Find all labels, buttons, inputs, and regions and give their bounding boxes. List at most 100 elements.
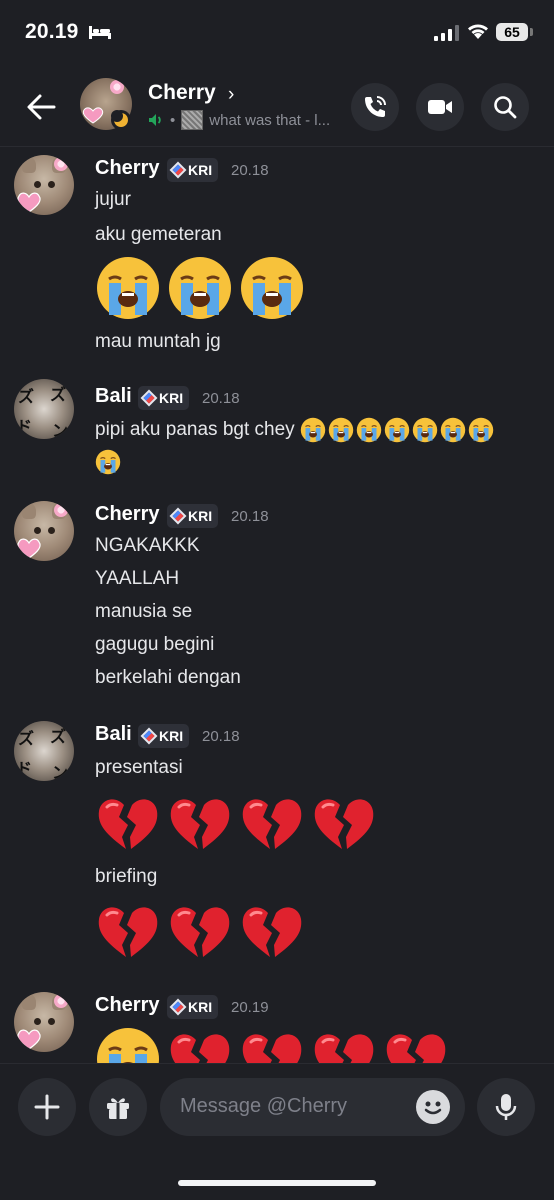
activity-text: what was that - l... [209,111,331,129]
message-text: NGAKAKKK [95,535,200,556]
heart-sticker-icon [17,1029,41,1050]
avatar-scribble: ズ [18,731,35,748]
diamond-icon [169,998,187,1016]
activity-status: • what was that - l... [148,110,330,130]
author-name[interactable]: Cherry [95,157,159,180]
emoji-picker-button[interactable] [416,1090,450,1124]
loudly-crying-face-icon [384,417,410,443]
avatar-scribble: ド [16,419,33,436]
avatar-ear [22,994,36,1010]
loudly-crying-face-icon [97,1028,159,1063]
gift-button[interactable] [89,1078,147,1136]
activity-thumbnail [181,110,204,130]
broken-heart-icon [170,799,230,849]
heart-sticker-icon [82,107,104,124]
message-text: briefing [95,866,158,887]
loudly-crying-face-icon [356,417,382,443]
timestamp: 20.18 [231,162,269,179]
author-name[interactable]: Bali [95,723,132,746]
guild-tag-label: KRI [188,162,213,178]
broken-heart-icon [170,1034,230,1063]
video-call-button[interactable] [416,83,464,131]
message-list[interactable]: Cherry KRI 20.18 jujur aku gemeteran mau… [0,147,554,1063]
message-text: YAALLAH [95,568,180,589]
author-avatar[interactable] [14,155,74,215]
flower-decoration [110,80,124,94]
avatar-scribble: ン [52,423,69,439]
diamond-icon [140,389,158,407]
back-arrow-icon[interactable] [24,90,58,124]
author-name[interactable]: Cherry [95,503,159,526]
flower-decoration [54,503,68,517]
broken-heart-icon [314,1034,374,1063]
search-button[interactable] [481,83,529,131]
avatar-eye [34,1018,41,1025]
broken-heart-icon [170,907,230,957]
separator-dot: • [170,111,176,129]
author-avatar[interactable] [14,501,74,561]
message-text: jujur [95,189,131,210]
chevron-right-icon[interactable]: › [228,84,234,106]
guild-tag[interactable]: KRI [138,386,190,410]
status-time: 20.19 [25,20,79,43]
microphone-icon [495,1094,517,1120]
wifi-icon [468,24,488,39]
loudly-crying-face-icon [440,417,466,443]
author-name[interactable]: Bali [95,385,132,408]
timestamp: 20.18 [202,728,240,745]
jumbo-emoji-row [95,1026,449,1063]
avatar-eye [48,527,55,534]
message-input[interactable]: Message @Cherry [160,1078,465,1136]
loudly-crying-face-icon [169,257,231,319]
broken-heart-icon [242,799,302,849]
broken-heart-icon [98,907,158,957]
avatar-scribble: ズ [50,729,67,746]
message-text [95,449,123,475]
inline-emoji-row [300,417,496,443]
chat-header: Cherry › • what was that - l... [0,70,554,147]
author-avatar[interactable] [14,992,74,1052]
guild-tag[interactable]: KRI [167,995,219,1019]
avatar-ear [22,503,36,519]
broken-heart-icon [314,799,374,849]
plus-icon [34,1094,60,1120]
guild-tag-label: KRI [188,999,213,1015]
diamond-icon [169,507,187,525]
voice-message-button[interactable] [477,1078,535,1136]
video-camera-icon [428,100,452,114]
idle-moon-icon [111,110,128,127]
author-avatar[interactable]: ズ ズ ド ン [14,721,74,781]
loudly-crying-face-icon [328,417,354,443]
message-text: manusia se [95,601,193,622]
message-text: presentasi [95,757,183,778]
message-text: pipi aku panas bgt chey [95,417,496,443]
avatar-eye [48,181,55,188]
message-text: berkelahi dengan [95,667,241,688]
avatar-eye [34,527,41,534]
author-avatar[interactable]: ズ ズ ド ン [14,379,74,439]
guild-tag[interactable]: KRI [138,724,190,748]
voice-call-button[interactable] [351,83,399,131]
broken-heart-icon [386,1034,446,1063]
guild-tag-label: KRI [159,728,184,744]
battery-tip [530,28,533,36]
avatar-eye [48,1018,55,1025]
timestamp: 20.19 [231,999,269,1016]
contact-name[interactable]: Cherry [148,81,216,105]
guild-tag-label: KRI [159,390,184,406]
author-name[interactable]: Cherry [95,994,159,1017]
loudly-crying-face-icon [468,417,494,443]
timestamp: 20.18 [202,390,240,407]
add-attachment-button[interactable] [18,1078,76,1136]
timestamp: 20.18 [231,508,269,525]
avatar-scribble: ン [52,765,69,781]
avatar-ear [22,157,36,173]
guild-tag[interactable]: KRI [167,504,219,528]
loudly-crying-face-icon [241,257,303,319]
battery-indicator: 65 [496,23,528,41]
smiley-icon [424,1101,442,1115]
guild-tag[interactable]: KRI [167,158,219,182]
message-text: mau muntah jg [95,331,221,352]
avatar-scribble: ズ [50,387,67,404]
guild-tag-label: KRI [188,508,213,524]
